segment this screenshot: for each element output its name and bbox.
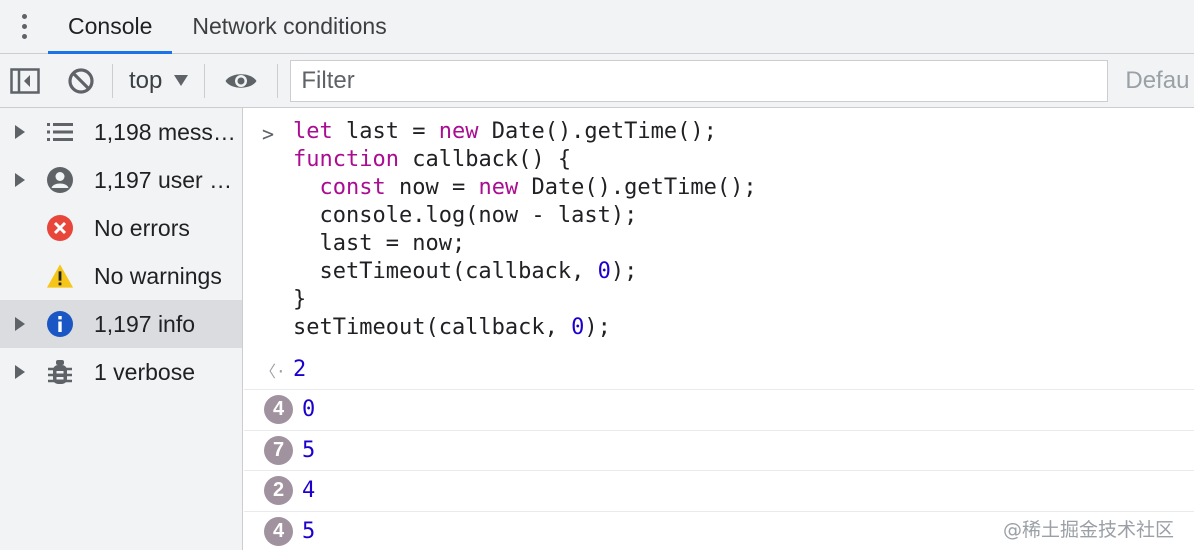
clear-console-button[interactable] bbox=[50, 54, 112, 108]
tab-bar: Console Network conditions bbox=[0, 0, 1194, 54]
sidebar-item-label: 1,198 messages bbox=[94, 118, 242, 145]
console-result-row: 〈· 2 bbox=[244, 350, 1194, 390]
context-selector[interactable]: top bbox=[113, 67, 204, 95]
log-row[interactable]: 2 4 bbox=[244, 471, 1194, 512]
sidebar-item-label: 1 verbose bbox=[94, 358, 196, 385]
code-line: const now = new Date().getTime(); bbox=[319, 175, 757, 200]
expand-arrow-icon[interactable] bbox=[15, 365, 25, 379]
sidebar-item-user-messages[interactable]: 1,197 user messages bbox=[0, 156, 242, 204]
code-line: let last = new Date().getTime(); bbox=[293, 119, 717, 144]
expand-arrow-icon[interactable] bbox=[15, 173, 25, 187]
user-icon bbox=[46, 166, 74, 194]
result-value: 2 bbox=[293, 357, 307, 382]
expand-arrow-icon[interactable] bbox=[15, 125, 25, 139]
chevron-down-icon bbox=[174, 75, 189, 86]
log-value: 4 bbox=[302, 478, 316, 504]
console-panel: > let last = new Date().getTime(); funct… bbox=[244, 108, 1194, 550]
repeat-count-badge: 4 bbox=[264, 516, 293, 546]
sidebar-item-messages[interactable]: 1,198 messages bbox=[0, 108, 242, 156]
sidebar-toggle-icon bbox=[10, 67, 40, 94]
code-line: console.log(now - last); bbox=[293, 203, 638, 228]
error-icon bbox=[46, 214, 74, 242]
console-sidebar: 1,198 messages 1,197 user messages No er… bbox=[0, 108, 243, 550]
sidebar-item-errors[interactable]: No errors bbox=[0, 204, 242, 252]
code-line: setTimeout(callback, 0); bbox=[293, 259, 638, 284]
code-line: last = now; bbox=[293, 231, 466, 256]
code-line: setTimeout(callback, 0); bbox=[293, 315, 611, 340]
code-line: function callback() { bbox=[293, 147, 572, 172]
eye-icon bbox=[225, 73, 257, 88]
sidebar-item-label: No warnings bbox=[94, 262, 222, 289]
log-row[interactable]: 7 5 bbox=[244, 431, 1194, 471]
warning-icon bbox=[46, 262, 74, 290]
filter-input[interactable] bbox=[290, 59, 1109, 102]
result-arrow-icon: 〈· bbox=[260, 361, 286, 381]
context-label: top bbox=[129, 66, 163, 94]
kebab-icon bbox=[21, 14, 27, 39]
toggle-sidebar-button[interactable] bbox=[0, 54, 50, 108]
tab-console[interactable]: Console bbox=[48, 0, 173, 54]
code-line: } bbox=[293, 287, 307, 312]
list-icon bbox=[46, 118, 74, 146]
repeat-count-badge: 4 bbox=[264, 395, 293, 425]
toolbar-separator bbox=[277, 63, 279, 98]
console-toolbar: top Defau bbox=[0, 54, 1194, 108]
bug-icon bbox=[46, 358, 74, 386]
expand-arrow-icon[interactable] bbox=[15, 317, 25, 331]
sidebar-item-label: 1,197 info bbox=[94, 310, 196, 337]
prompt-chevron-icon: > bbox=[262, 122, 275, 146]
sidebar-item-info[interactable]: 1,197 info bbox=[0, 300, 242, 348]
sidebar-item-label: No errors bbox=[94, 214, 190, 241]
clear-icon bbox=[68, 67, 94, 94]
info-icon bbox=[46, 310, 74, 338]
repeat-count-badge: 2 bbox=[264, 476, 293, 506]
sidebar-item-warnings[interactable]: No warnings bbox=[0, 252, 242, 300]
log-value: 0 bbox=[302, 397, 316, 423]
sidebar-item-label: 1,197 user messages bbox=[94, 166, 242, 193]
more-options-button[interactable] bbox=[0, 0, 48, 53]
watermark: @稀土掘金技术社区 bbox=[1002, 519, 1174, 541]
log-row[interactable]: 4 0 bbox=[244, 390, 1194, 431]
repeat-count-badge: 7 bbox=[264, 435, 293, 465]
live-expression-button[interactable] bbox=[205, 54, 277, 108]
console-input-entry[interactable]: > let last = new Date().getTime(); funct… bbox=[244, 108, 1194, 350]
log-value: 5 bbox=[302, 518, 316, 544]
sidebar-item-verbose[interactable]: 1 verbose bbox=[0, 348, 242, 396]
tab-network-conditions[interactable]: Network conditions bbox=[172, 0, 406, 53]
log-value: 5 bbox=[302, 437, 316, 463]
log-levels-dropdown[interactable]: Defau bbox=[1125, 67, 1189, 95]
